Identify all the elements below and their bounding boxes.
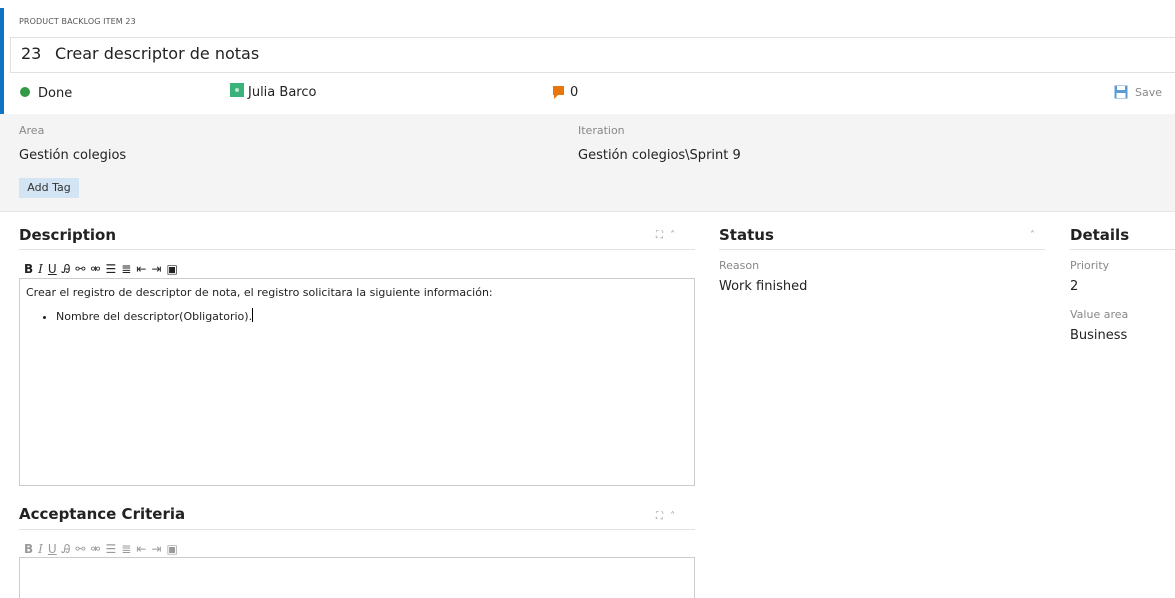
increase-indent-icon[interactable]: ⇥ <box>151 262 161 276</box>
classification-panel: Area Gestión colegios Iteration Gestión … <box>0 114 1175 212</box>
acceptance-divider <box>19 529 695 530</box>
details-divider <box>1070 249 1175 250</box>
decrease-indent-icon[interactable]: ⇤ <box>136 542 146 556</box>
status-title: Status <box>719 226 774 244</box>
header-row: Done Julia Barco 0 Save <box>0 78 1175 114</box>
unlink-icon[interactable]: ⚮ <box>90 262 100 276</box>
status-collapse-icon[interactable]: ˄ <box>1030 230 1037 241</box>
highlight-icon[interactable]: Ꭿ <box>62 542 71 556</box>
bullet-list-icon[interactable]: ☰ <box>106 262 117 276</box>
assigned-to-field[interactable]: Julia Barco <box>248 85 316 100</box>
assignee-avatar <box>230 83 244 97</box>
reason-label: Reason <box>719 259 760 272</box>
status-divider <box>719 249 1045 250</box>
reason-field[interactable]: Work finished <box>719 279 807 294</box>
unlink-icon[interactable]: ⚮ <box>90 542 100 556</box>
bullet-list-icon[interactable]: ☰ <box>106 542 117 556</box>
work-item-title[interactable]: Crear descriptor de notas <box>55 44 259 63</box>
insert-image-icon[interactable]: ▣ <box>166 542 177 556</box>
value-area-field[interactable]: Business <box>1070 328 1127 343</box>
iteration-label: Iteration <box>578 124 625 137</box>
state-icon <box>20 87 30 97</box>
area-field[interactable]: Gestión colegios <box>19 148 126 163</box>
increase-indent-icon[interactable]: ⇥ <box>151 542 161 556</box>
bold-icon[interactable]: B <box>24 542 33 556</box>
priority-label: Priority <box>1070 259 1110 272</box>
link-icon[interactable]: ⚯ <box>75 262 85 276</box>
link-icon[interactable]: ⚯ <box>75 542 85 556</box>
acceptance-criteria-editor[interactable] <box>19 557 695 598</box>
description-bullet-list: Nombre del descriptor(Obligatorio). <box>26 308 254 323</box>
priority-field[interactable]: 2 <box>1070 279 1078 294</box>
value-area-label: Value area <box>1070 308 1129 321</box>
description-divider <box>19 249 695 250</box>
numbered-list-icon[interactable]: ≣ <box>121 262 131 276</box>
italic-icon[interactable]: I <box>38 542 43 556</box>
save-label: Save <box>1135 86 1163 99</box>
acceptance-toolbar: B I U Ꭿ ⚯ ⚮ ☰ ≣ ⇤ ⇥ ▣ <box>24 542 178 556</box>
save-icon <box>1114 85 1128 99</box>
comment-count[interactable]: 0 <box>570 85 578 100</box>
iteration-field[interactable]: Gestión colegios\Sprint 9 <box>578 148 741 163</box>
title-field[interactable]: 23 Crear descriptor de notas <box>10 37 1175 73</box>
add-tag-button[interactable]: Add Tag <box>19 178 79 198</box>
area-label: Area <box>19 124 45 137</box>
underline-icon[interactable]: U <box>48 262 57 276</box>
acceptance-criteria-title: Acceptance Criteria <box>19 505 186 523</box>
underline-icon[interactable]: U <box>48 542 57 556</box>
numbered-list-icon[interactable]: ≣ <box>121 542 131 556</box>
work-item-type-label: PRODUCT BACKLOG ITEM 23 <box>19 17 136 26</box>
description-expand-collapse-icon[interactable]: ⛶ ˄ <box>656 230 677 241</box>
bold-icon[interactable]: B <box>24 262 33 276</box>
acceptance-expand-collapse-icon[interactable]: ⛶ ˄ <box>656 511 677 522</box>
save-button[interactable]: Save <box>1114 84 1170 104</box>
italic-icon[interactable]: I <box>38 262 43 276</box>
highlight-icon[interactable]: Ꭿ <box>62 262 71 276</box>
list-item: Nombre del descriptor(Obligatorio). <box>56 308 254 323</box>
insert-image-icon[interactable]: ▣ <box>166 262 177 276</box>
description-title: Description <box>19 226 117 244</box>
description-toolbar: B I U Ꭿ ⚯ ⚮ ☰ ≣ ⇤ ⇥ ▣ <box>24 262 178 276</box>
description-text: Crear el registro de descriptor de nota,… <box>26 286 493 299</box>
work-item-id: 23 <box>21 44 42 63</box>
description-editor[interactable]: Crear el registro de descriptor de nota,… <box>19 278 695 486</box>
text-cursor <box>252 308 254 322</box>
state-dropdown[interactable]: Done <box>38 86 72 101</box>
decrease-indent-icon[interactable]: ⇤ <box>136 262 146 276</box>
details-title: Details <box>1070 226 1130 244</box>
comment-icon[interactable] <box>553 86 564 99</box>
